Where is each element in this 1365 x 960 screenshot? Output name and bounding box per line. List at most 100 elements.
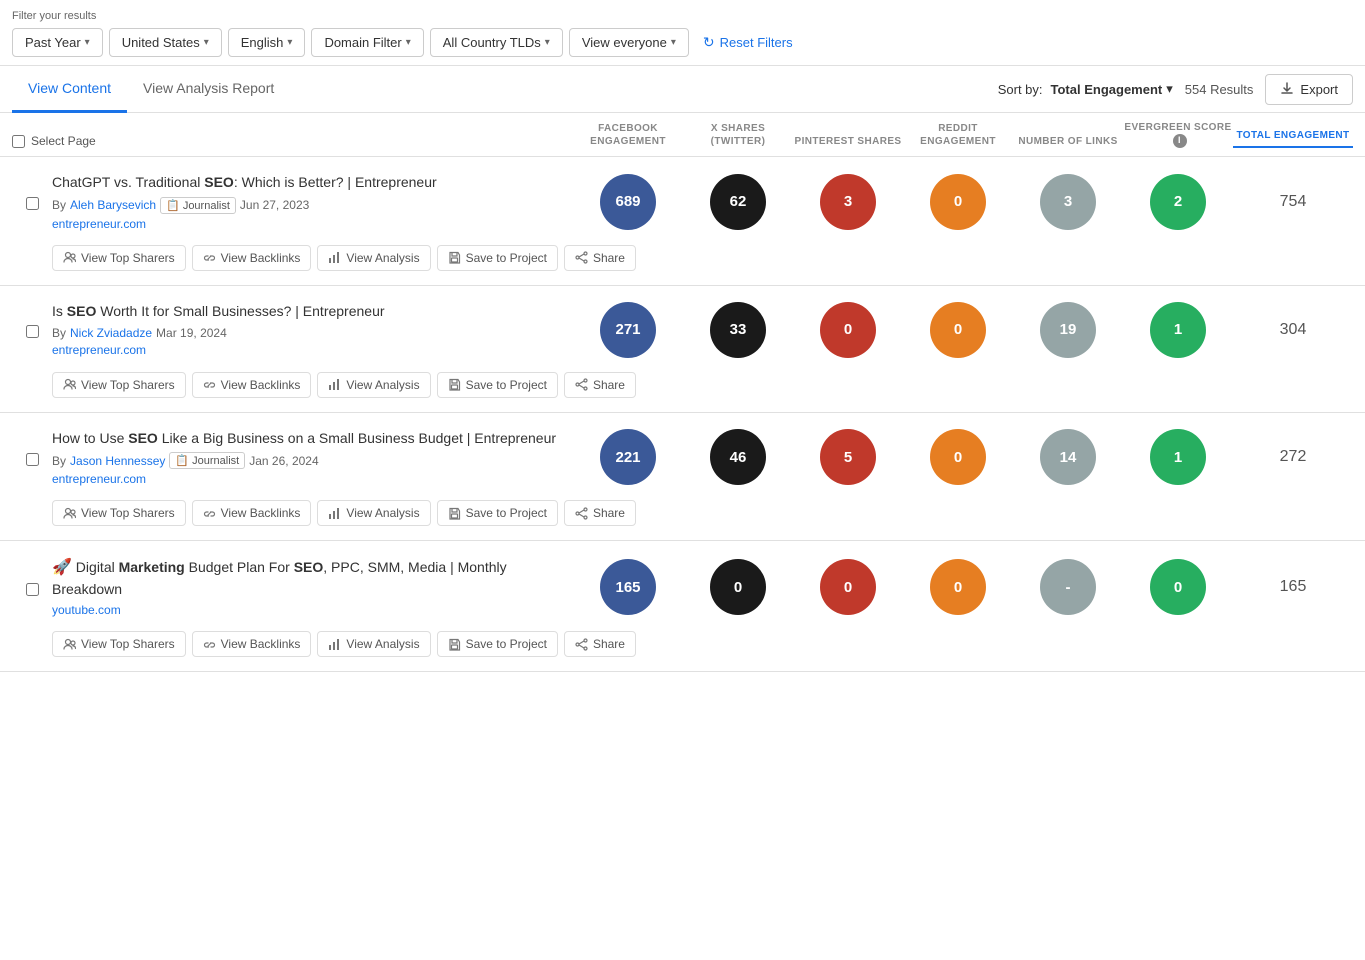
metric-circle: 62	[710, 174, 766, 230]
view-top-sharers-button[interactable]: View Top Sharers	[52, 631, 186, 657]
pinterest-metric: 5	[793, 429, 903, 485]
row-checkbox[interactable]	[26, 583, 39, 596]
author-link[interactable]: Nick Zviadadze	[70, 326, 152, 340]
metric-circle: 0	[930, 174, 986, 230]
metric-circle: 165	[600, 559, 656, 615]
metric-circle: 0	[710, 559, 766, 615]
sort-chevron-icon: ▾	[1166, 81, 1173, 97]
chevron-down-icon: ▾	[406, 37, 411, 48]
view-top-sharers-button[interactable]: View Top Sharers	[52, 372, 186, 398]
save-to-project-button[interactable]: Save to Project	[437, 500, 558, 526]
view-backlinks-button[interactable]: View Backlinks	[192, 500, 312, 526]
links-col-header: NUMBER OF LINKS	[1013, 135, 1123, 148]
article-domain[interactable]: entrepreneur.com	[52, 472, 563, 486]
metric-circle: 1	[1150, 429, 1206, 485]
article-meta: By Aleh Barysevich 📋 Journalist Jun 27, …	[52, 197, 563, 214]
sort-area: Sort by: Total Engagement ▾ 554 Results …	[998, 74, 1353, 105]
share-button[interactable]: Share	[564, 500, 636, 526]
row-checkbox[interactable]	[26, 325, 39, 338]
article-row: ChatGPT vs. Traditional SEO: Which is Be…	[0, 157, 1365, 286]
tab-view-analysis[interactable]: View Analysis Report	[127, 66, 290, 113]
tab-view-content[interactable]: View Content	[12, 66, 127, 113]
view-analysis-button[interactable]: View Analysis	[317, 631, 430, 657]
x-shares-metric: 62	[683, 174, 793, 230]
backlinks-icon	[203, 638, 216, 651]
reddit-metric: 0	[903, 429, 1013, 485]
analysis-icon	[328, 251, 341, 264]
row-top: How to Use SEO Like a Big Business on a …	[0, 413, 1365, 495]
save-to-project-button[interactable]: Save to Project	[437, 245, 558, 271]
filter-tld[interactable]: All Country TLDs ▾	[430, 28, 563, 57]
select-all-checkbox[interactable]	[12, 135, 25, 148]
article-info: ChatGPT vs. Traditional SEO: Which is Be…	[52, 173, 573, 231]
filter-label: Filter your results	[12, 10, 1353, 22]
filter-country[interactable]: United States ▾	[109, 28, 222, 57]
pinterest-metric: 0	[793, 559, 903, 615]
article-domain[interactable]: youtube.com	[52, 603, 563, 617]
x-shares-metric: 46	[683, 429, 793, 485]
evergreen-col-header: EVERGREEN SCORE i	[1123, 121, 1233, 148]
view-top-sharers-button[interactable]: View Top Sharers	[52, 245, 186, 271]
article-domain[interactable]: entrepreneur.com	[52, 217, 563, 231]
share-button[interactable]: Share	[564, 631, 636, 657]
filter-domain-label: Domain Filter	[324, 35, 401, 50]
save-icon	[448, 251, 461, 264]
view-top-sharers-button[interactable]: View Top Sharers	[52, 500, 186, 526]
view-analysis-button[interactable]: View Analysis	[317, 372, 430, 398]
chevron-down-icon: ▾	[545, 37, 550, 48]
save-icon	[448, 638, 461, 651]
share-icon	[575, 378, 588, 391]
save-to-project-button[interactable]: Save to Project	[437, 631, 558, 657]
save-icon	[448, 378, 461, 391]
view-analysis-button[interactable]: View Analysis	[317, 245, 430, 271]
reddit-metric: 0	[903, 559, 1013, 615]
share-icon	[575, 638, 588, 651]
author-link[interactable]: Jason Hennessey	[70, 454, 165, 468]
filter-view[interactable]: View everyone ▾	[569, 28, 689, 57]
filter-language-label: English	[241, 35, 284, 50]
evergreen-metric: 1	[1123, 302, 1233, 358]
export-button[interactable]: Export	[1265, 74, 1353, 105]
metric-circle: 271	[600, 302, 656, 358]
facebook-col-header: FACEBOOK ENGAGEMENT	[573, 122, 683, 148]
view-backlinks-button[interactable]: View Backlinks	[192, 245, 312, 271]
author-link[interactable]: Aleh Barysevich	[70, 198, 156, 212]
metric-circle: 0	[930, 559, 986, 615]
article-info: Is SEO Worth It for Small Businesses? | …	[52, 302, 573, 357]
share-button[interactable]: Share	[564, 372, 636, 398]
sort-by-dropdown[interactable]: Sort by: Total Engagement ▾	[998, 81, 1173, 97]
article-meta: By Jason Hennessey 📋 Journalist Jan 26, …	[52, 452, 563, 469]
x-shares-metric: 33	[683, 302, 793, 358]
facebook-metric: 165	[573, 559, 683, 615]
article-domain[interactable]: entrepreneur.com	[52, 343, 563, 357]
view-backlinks-button[interactable]: View Backlinks	[192, 372, 312, 398]
article-row: 🚀 Digital Marketing Budget Plan For SEO,…	[0, 541, 1365, 672]
filter-tld-label: All Country TLDs	[443, 35, 541, 50]
sort-by-label: Sort by:	[998, 82, 1043, 97]
facebook-metric: 221	[573, 429, 683, 485]
row-checkbox[interactable]	[26, 453, 39, 466]
article-title: 🚀 Digital Marketing Budget Plan For SEO,…	[52, 557, 563, 599]
links-metric: 14	[1013, 429, 1123, 485]
total-engagement: 304	[1233, 321, 1353, 339]
row-top: 🚀 Digital Marketing Budget Plan For SEO,…	[0, 541, 1365, 625]
view-backlinks-button[interactable]: View Backlinks	[192, 631, 312, 657]
save-to-project-button[interactable]: Save to Project	[437, 372, 558, 398]
pinterest-col-header: PINTEREST SHARES	[793, 135, 903, 148]
row-checkbox[interactable]	[26, 197, 39, 210]
filter-time[interactable]: Past Year ▾	[12, 28, 103, 57]
select-page-label[interactable]: Select Page	[31, 134, 96, 148]
evergreen-info-icon[interactable]: i	[1173, 134, 1187, 148]
article-title: ChatGPT vs. Traditional SEO: Which is Be…	[52, 173, 563, 193]
sharers-icon	[63, 638, 76, 651]
backlinks-icon	[203, 507, 216, 520]
metric-circle: 0	[1150, 559, 1206, 615]
row-checkbox-cell	[12, 579, 52, 596]
filter-country-label: United States	[122, 35, 200, 50]
reset-filters-button[interactable]: ↻ Reset Filters	[695, 28, 801, 57]
share-button[interactable]: Share	[564, 245, 636, 271]
filter-domain[interactable]: Domain Filter ▾	[311, 28, 423, 57]
view-analysis-button[interactable]: View Analysis	[317, 500, 430, 526]
filter-language[interactable]: English ▾	[228, 28, 306, 57]
share-icon	[575, 507, 588, 520]
